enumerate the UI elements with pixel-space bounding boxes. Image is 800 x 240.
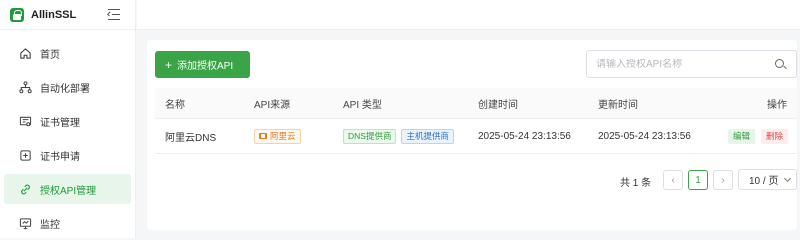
lock-logo-icon <box>10 7 24 22</box>
top-bar <box>137 0 800 30</box>
sidebar-item-monitor[interactable]: 监控 <box>4 208 131 238</box>
page-size-select[interactable]: 10 / 页 <box>738 169 797 190</box>
row-created-time: 2025-05-24 23:13:56 <box>478 130 571 142</box>
sidebar-item-deploy[interactable]: 自动化部署 <box>4 72 131 102</box>
collapse-menu-icon[interactable] <box>107 9 120 20</box>
sidebar-item-label: 自动化部署 <box>40 83 90 95</box>
chevron-down-icon <box>783 174 792 183</box>
column-header-actions: 操作 <box>767 99 787 111</box>
api-link-icon <box>21 184 30 194</box>
column-header-type: API 类型 <box>343 99 382 111</box>
aliyun-logo-icon <box>259 133 267 139</box>
table-header: 名称 API来源 API 类型 创建时间 更新时间 操作 <box>155 88 797 119</box>
delete-button[interactable]: 删除 <box>761 128 789 144</box>
search-icon[interactable] <box>775 59 784 68</box>
add-api-button[interactable]: + 添加授权API <box>155 51 250 78</box>
sidebar-item-label: 授权API管理 <box>40 185 97 197</box>
next-page-button[interactable]: › <box>713 170 733 190</box>
row-updated-time: 2025-05-24 23:13:56 <box>598 130 691 142</box>
certificate-icon <box>19 116 32 126</box>
sidebar-nav: 首页 自动化部署 证书管理 证书申请 授权API管理 监控 <box>0 30 135 238</box>
sidebar-item-api-management[interactable]: 授权API管理 <box>4 174 131 204</box>
edit-button[interactable]: 编辑 <box>728 128 756 144</box>
sidebar-item-home[interactable]: 首页 <box>4 38 131 68</box>
plus-square-icon <box>20 149 31 161</box>
column-header-updated: 更新时间 <box>598 99 638 111</box>
search-box <box>586 50 797 78</box>
prev-page-button[interactable]: ‹ <box>663 170 683 190</box>
add-api-label: 添加授权API <box>177 61 234 72</box>
row-source: 阿里云 <box>254 119 306 153</box>
workflow-icon <box>19 80 32 93</box>
sidebar-item-label: 监控 <box>40 219 60 231</box>
page-1-button[interactable]: 1 <box>688 170 708 190</box>
row-types: DNS提供商 主机提供商 <box>343 119 459 153</box>
row-actions: 编辑 删除 <box>728 119 789 153</box>
sidebar-item-apply[interactable]: 证书申请 <box>4 140 131 170</box>
sidebar-item-label: 首页 <box>40 49 60 61</box>
pagination-total: 共 1 条 <box>620 178 652 189</box>
search-input[interactable] <box>596 58 766 70</box>
column-header-source: API来源 <box>254 99 291 111</box>
table-row: 阿里云DNS 阿里云 DNS提供商 主机提供商 2025-05-24 23:13… <box>155 119 797 154</box>
column-header-name: 名称 <box>165 99 185 111</box>
plus-icon: + <box>165 57 173 72</box>
monitor-icon <box>19 217 32 229</box>
source-tag: 阿里云 <box>254 128 301 144</box>
page-size-value: 10 / 页 <box>749 176 779 187</box>
sidebar-item-label: 证书申请 <box>40 151 80 163</box>
home-icon <box>20 47 31 59</box>
type-tag-host: 主机提供商 <box>401 128 454 144</box>
sidebar-item-label: 证书管理 <box>40 117 80 129</box>
type-tag-dns: DNS提供商 <box>343 128 397 144</box>
row-name: 阿里云DNS <box>165 132 217 144</box>
api-table: 名称 API来源 API 类型 创建时间 更新时间 操作 阿里云DNS 阿里云 … <box>155 88 797 154</box>
source-tag-label: 阿里云 <box>270 131 296 141</box>
app-name: AllinSSL <box>31 8 77 21</box>
sidebar: AllinSSL 首页 自动化部署 证书管理 证书申请 授权API管理 监控 <box>0 0 136 238</box>
column-header-created: 创建时间 <box>478 99 518 111</box>
sidebar-item-certificates[interactable]: 证书管理 <box>4 106 131 136</box>
